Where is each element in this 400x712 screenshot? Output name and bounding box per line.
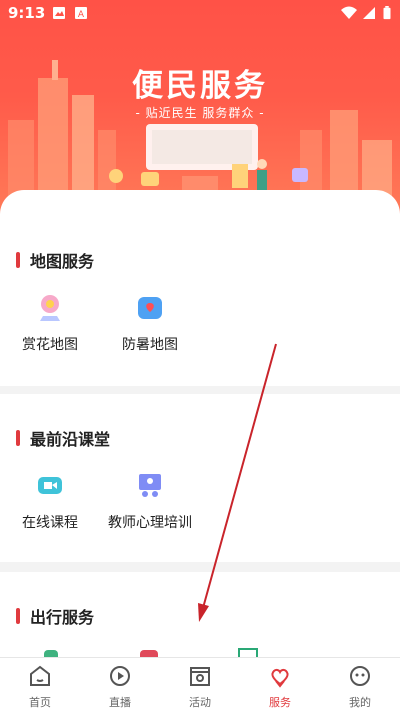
gallery-icon	[53, 7, 65, 19]
nav-profile[interactable]: 我的	[320, 658, 400, 712]
nav-service[interactable]: 服务	[240, 658, 320, 712]
partial-travel-icon	[140, 650, 158, 657]
partial-travel-icon	[238, 648, 258, 657]
section-title-text: 地图服务	[30, 252, 95, 271]
hero-subtitle: - 贴近民生 服务群众 -	[135, 106, 265, 120]
svg-text:A: A	[78, 10, 85, 20]
hero-title: 便民服务	[132, 68, 268, 104]
section-accent-bar	[16, 430, 20, 446]
hero-banner: 便民服务 - 贴近民生 服务群众 -	[0, 0, 400, 215]
service-icon	[271, 668, 289, 688]
item-label: 防暑地图	[122, 337, 178, 353]
nav-home[interactable]: 首页	[0, 658, 80, 712]
section-travel-services: 出行服务	[0, 572, 400, 657]
signal-icon	[363, 7, 375, 19]
nav-label: 我的	[349, 696, 371, 709]
flower-map-icon	[40, 295, 60, 321]
bottom-navigation: 首页 直播 活动 服务 我的	[0, 657, 400, 712]
partial-travel-icon	[44, 650, 58, 657]
section-title: 最前沿课堂	[16, 428, 111, 449]
section-title-text: 出行服务	[30, 608, 95, 627]
item-label: 在线课程	[22, 515, 78, 531]
notification-a-icon: A	[75, 7, 87, 20]
teacher-training-icon	[139, 474, 161, 497]
item-label: 赏花地图	[22, 337, 78, 353]
live-icon	[110, 666, 130, 686]
section-title: 地图服务	[16, 250, 95, 271]
service-item-online-course[interactable]: 在线课程	[0, 470, 105, 532]
nav-label: 活动	[189, 696, 211, 709]
service-item-heat-map[interactable]: 防暑地图	[95, 292, 205, 354]
online-course-icon	[38, 477, 62, 494]
section-title-text: 最前沿课堂	[30, 430, 111, 449]
home-icon	[30, 665, 50, 686]
wifi-icon	[341, 6, 357, 19]
nav-label: 直播	[109, 696, 131, 709]
profile-icon	[350, 666, 370, 686]
battery-icon	[383, 6, 391, 20]
section-frontier-classroom: 最前沿课堂 在线课程 教师心理培训	[0, 394, 400, 562]
section-accent-bar	[16, 252, 20, 268]
status-time: 9:13	[8, 4, 46, 22]
section-map-services: 地图服务 赏花地图 防暑地图	[0, 250, 400, 384]
service-item-flower-map[interactable]: 赏花地图	[0, 292, 105, 354]
section-title: 出行服务	[16, 606, 95, 627]
section-accent-bar	[16, 608, 20, 624]
heat-map-icon	[138, 297, 162, 319]
nav-activity[interactable]: 活动	[160, 658, 240, 712]
item-label: 教师心理培训	[108, 515, 192, 531]
activity-icon	[190, 667, 210, 686]
status-bar: 9:13 A	[0, 0, 400, 28]
service-item-teacher-training[interactable]: 教师心理培训	[95, 470, 205, 532]
nav-label: 服务	[269, 696, 291, 709]
nav-label: 首页	[29, 696, 51, 709]
nav-live[interactable]: 直播	[80, 658, 160, 712]
